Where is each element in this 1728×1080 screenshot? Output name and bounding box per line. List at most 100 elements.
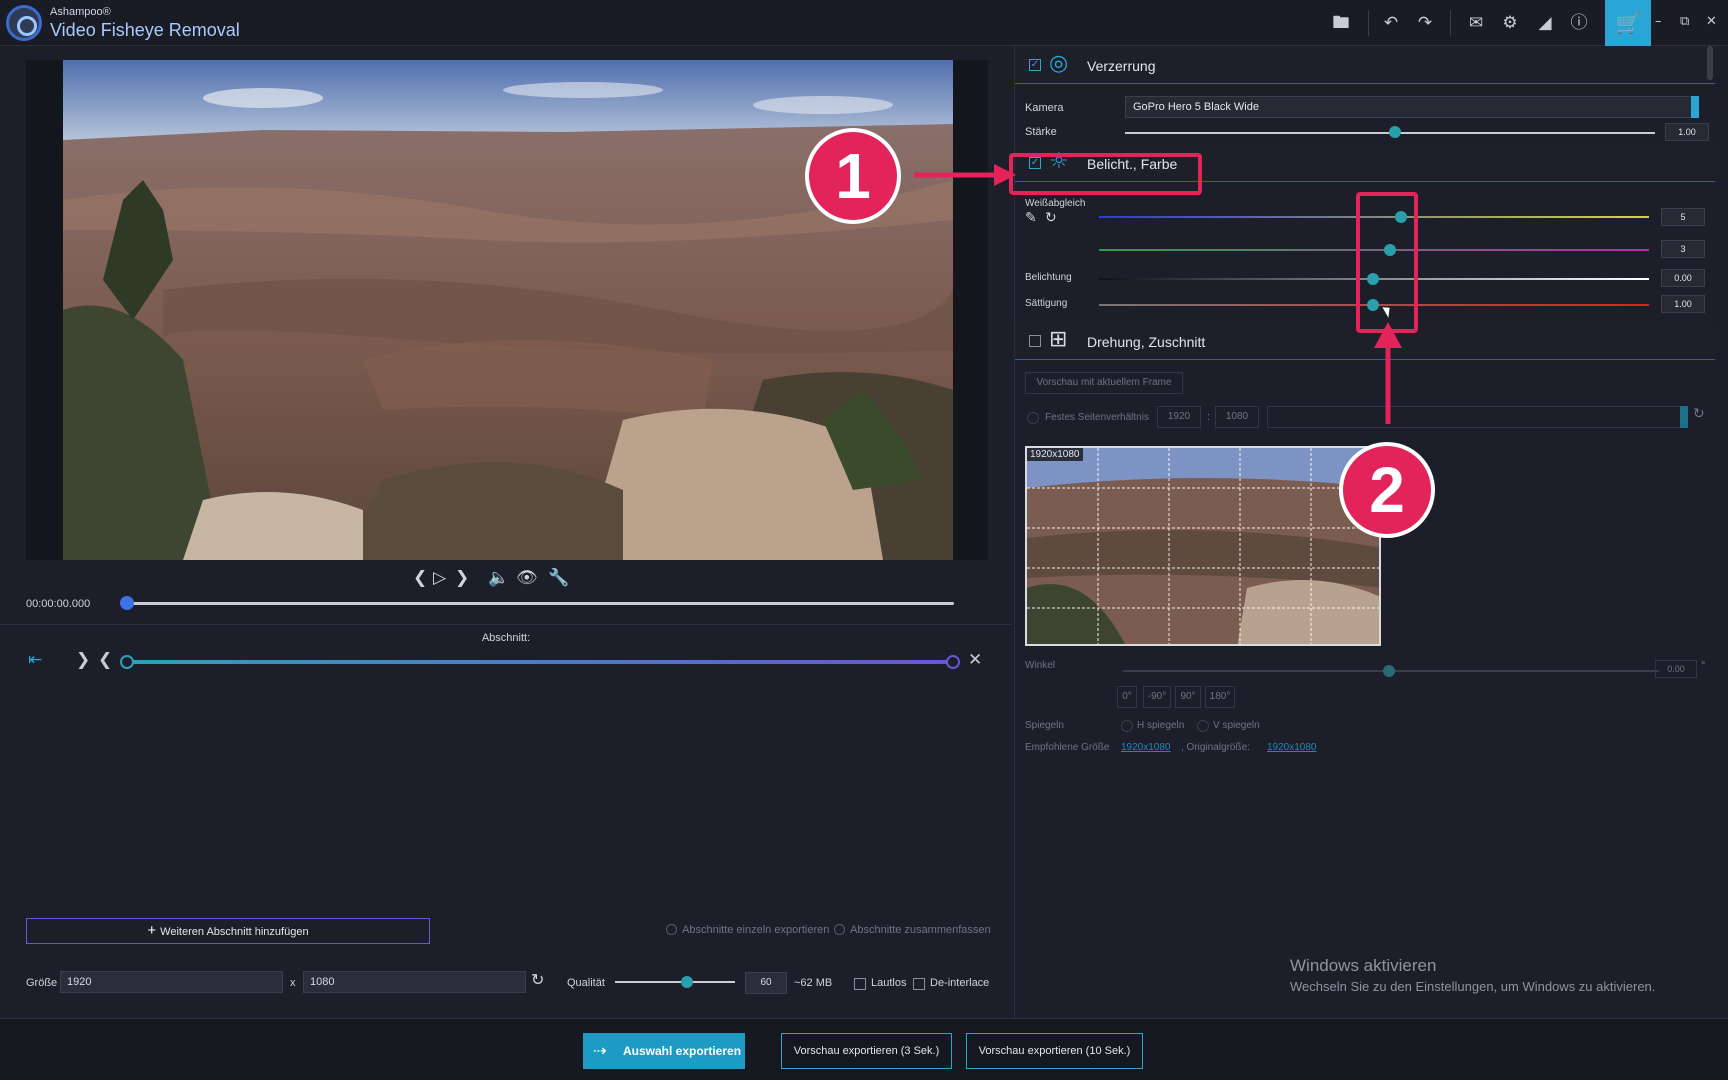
app-logo — [6, 5, 42, 41]
fixed-ratio-checkbox[interactable] — [1027, 412, 1039, 424]
seek-bar[interactable] — [126, 602, 954, 605]
remove-segment-icon[interactable]: ✕ — [968, 650, 982, 670]
export-single-radio[interactable]: Abschnitte einzeln exportieren — [666, 924, 829, 936]
export-merge-radio[interactable]: Abschnitte zusammenfassen — [834, 924, 991, 936]
estimated-size: ~62 MB — [794, 977, 833, 989]
mirror-v-checkbox[interactable] — [1197, 720, 1209, 732]
ratio-separator: : — [1207, 411, 1211, 423]
next-frame-icon[interactable]: ❯ — [455, 568, 469, 588]
segment-start-handle[interactable] — [120, 655, 134, 669]
folder-icon[interactable]: 🖿 — [1328, 10, 1354, 36]
strength-value[interactable]: 1.00 — [1665, 123, 1709, 141]
redo-icon[interactable]: ↷ — [1412, 10, 1438, 36]
reset-icon[interactable]: ↻ — [1045, 210, 1057, 226]
distortion-header[interactable]: ✓ ◎ Verzerrung — [1015, 46, 1715, 84]
camera-select[interactable]: GoPro Hero 5 Black Wide — [1125, 96, 1699, 118]
prev-frame-icon[interactable]: ❮ — [413, 568, 427, 588]
scrollbar-thumb[interactable] — [1707, 46, 1713, 80]
quality-label: Qualität — [567, 977, 605, 989]
settings-icon[interactable]: ⚙ — [1497, 10, 1523, 36]
wb-temperature-value[interactable]: 5 — [1661, 208, 1705, 226]
width-field[interactable]: 1920 — [60, 971, 283, 993]
set-end-icon[interactable]: ❮ — [98, 650, 112, 670]
volume-icon[interactable]: 🔈 — [488, 568, 509, 588]
feedback-icon[interactable]: ✉ — [1463, 10, 1489, 36]
original-size-label: , Originalgröße: — [1181, 742, 1250, 753]
theme-icon[interactable]: ◢ — [1532, 10, 1558, 36]
export-preview-10s-button[interactable]: Vorschau exportieren (10 Sek.) — [966, 1033, 1143, 1069]
distortion-title: Verzerrung — [1087, 58, 1156, 74]
recommended-size-link[interactable]: 1920x1080 — [1121, 742, 1171, 753]
radio-icon — [666, 924, 677, 935]
rotation-checkbox[interactable] — [1029, 335, 1041, 347]
deinterlace-label: De-interlace — [930, 977, 990, 989]
wb-tint-value[interactable]: 3 — [1661, 240, 1705, 258]
export-preview-3s-button[interactable]: Vorschau exportieren (3 Sek.) — [781, 1033, 952, 1069]
deinterlace-checkbox[interactable] — [913, 978, 925, 990]
annotation-badge-1: 1 — [805, 128, 901, 224]
seek-handle[interactable] — [120, 596, 134, 610]
size-label: Größe — [26, 977, 58, 989]
mirror-h-checkbox[interactable] — [1121, 720, 1133, 732]
title-bar: Ashampoo® Video Fisheye Removal 🖿 ↶ ↷ ✉ … — [0, 0, 1728, 46]
angle-0-button[interactable]: 0° — [1117, 686, 1137, 708]
angle-value[interactable]: 0.00 — [1655, 660, 1697, 678]
bottom-bar: ⇢ Auswahl exportieren Vorschau exportiere… — [0, 1018, 1728, 1080]
activation-message: Wechseln Sie zu den Einstellungen, um Wi… — [1290, 979, 1656, 994]
wrench-icon[interactable]: 🔧 — [548, 568, 569, 588]
ratio-width-field[interactable]: 1920 — [1157, 406, 1201, 428]
segment-end-handle[interactable] — [946, 655, 960, 669]
distortion-checkbox[interactable]: ✓ — [1029, 59, 1041, 71]
angle-label: Winkel — [1025, 660, 1056, 671]
angle-180-button[interactable]: 180° — [1205, 686, 1235, 708]
quality-handle[interactable] — [681, 976, 693, 988]
strength-handle[interactable] — [1389, 126, 1401, 138]
crop-preview[interactable]: 1920x1080 — [1025, 446, 1381, 646]
reset-size-icon[interactable]: ↻ — [531, 970, 544, 989]
restore-icon[interactable]: ⧉ — [1680, 14, 1689, 29]
original-size-link[interactable]: 1920x1080 — [1267, 742, 1317, 753]
angle-neg90-button[interactable]: -90° — [1143, 686, 1171, 708]
exposure-value[interactable]: 0.00 — [1661, 269, 1705, 287]
reset-ratio-icon[interactable]: ↻ — [1693, 406, 1705, 422]
ratio-preset-select[interactable] — [1267, 406, 1683, 428]
quality-slider[interactable] — [615, 981, 735, 983]
info-icon[interactable]: ⓘ — [1566, 10, 1592, 36]
undo-icon[interactable]: ↶ — [1378, 10, 1404, 36]
brand-label: Ashampoo® — [50, 6, 111, 18]
ratio-dropdown-arrow[interactable] — [1680, 406, 1688, 428]
annotation-badge-2: 2 — [1339, 442, 1435, 538]
segment-export-icon[interactable]: ⇤ — [28, 650, 42, 670]
height-field[interactable]: 1080 — [303, 971, 526, 993]
export-selection-button[interactable]: ⇢ Auswahl exportieren — [583, 1033, 745, 1069]
ratio-height-field[interactable]: 1080 — [1215, 406, 1259, 428]
annotation-arrow-1 — [914, 164, 1016, 186]
annotation-box-1 — [1009, 153, 1202, 195]
mute-checkbox[interactable] — [854, 978, 866, 990]
degree-symbol: ° — [1701, 660, 1706, 672]
mirror-label: Spiegeln — [1025, 720, 1064, 731]
set-start-icon[interactable]: ❯ — [76, 650, 90, 670]
preview-eye-icon[interactable]: 👁 — [516, 568, 538, 588]
saturation-value[interactable]: 1.00 — [1661, 295, 1705, 313]
exposure-label: Belichtung — [1025, 272, 1072, 283]
cart-icon[interactable]: 🛒 — [1605, 0, 1651, 46]
mirror-h-label: H spiegeln — [1137, 720, 1185, 731]
timecode: 00:00:00.000 — [26, 598, 91, 610]
quality-value[interactable]: 60 — [745, 972, 787, 994]
add-segment-button[interactable]: + Weiteren Abschnitt hinzufügen — [26, 918, 430, 944]
crop-icon: ⊞ — [1049, 327, 1068, 352]
whitebalance-label: Weißabgleich — [1025, 198, 1086, 209]
video-frame — [63, 60, 953, 560]
minimize-icon[interactable]: – — [1655, 14, 1662, 29]
size-separator: x — [290, 977, 296, 989]
preview-frame-button[interactable]: Vorschau mit aktuellem Frame — [1025, 372, 1183, 394]
segment-range[interactable] — [126, 660, 954, 664]
angle-90-button[interactable]: 90° — [1175, 686, 1201, 708]
lens-icon: ◎ — [1049, 51, 1069, 76]
play-icon[interactable]: ▷ — [433, 568, 446, 588]
eyedropper-icon[interactable]: ✎ — [1025, 210, 1037, 226]
close-icon[interactable]: ✕ — [1706, 14, 1717, 29]
angle-handle[interactable] — [1383, 665, 1395, 677]
annotation-arrow-2 — [1374, 322, 1402, 424]
